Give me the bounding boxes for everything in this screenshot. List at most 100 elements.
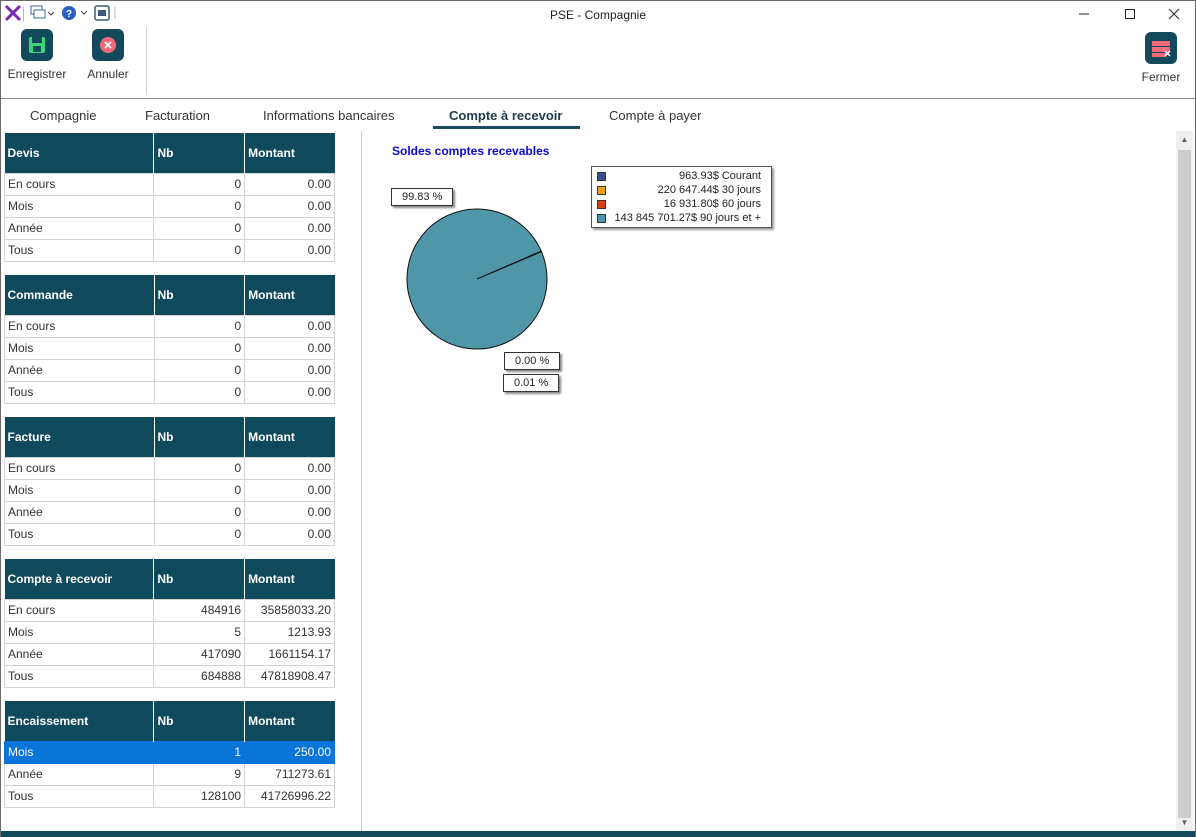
table-row[interactable]: Année 417090 1661154.17 <box>3 642 335 666</box>
table-row[interactable]: Année 0 0.00 <box>4 358 335 382</box>
row-nb: 484916 <box>153 598 246 622</box>
table-row[interactable]: Année 0 0.00 <box>4 500 335 524</box>
exit-icon <box>1145 32 1177 64</box>
column-header-montant: Montant <box>244 417 335 457</box>
chart-legend: 963.93$ Courant 220 647.44$ 30 jours 16 … <box>591 166 772 228</box>
table-row[interactable]: Tous 0 0.00 <box>4 522 335 546</box>
legend-swatch <box>597 185 606 195</box>
row-montant: 250.00 <box>244 740 335 764</box>
table-row[interactable]: Mois 0 0.00 <box>4 478 335 502</box>
row-nb: 0 <box>153 500 246 524</box>
row-montant: 0.00 <box>244 172 335 196</box>
column-header-nb: Nb <box>153 701 246 741</box>
save-button[interactable]: Enregistrer <box>5 29 69 81</box>
row-label: En cours <box>3 598 155 622</box>
table-row[interactable]: Année 0 0.00 <box>3 216 335 240</box>
row-nb: 0 <box>153 194 246 218</box>
tab-compagnie[interactable]: Compagnie <box>30 108 97 123</box>
cancel-icon <box>92 29 124 61</box>
table-row[interactable]: En cours 0 0.00 <box>4 314 335 338</box>
summary-table: Encaissement Nb Montant Mois 1 250.00 Année 9 71… <box>3 701 335 808</box>
row-label: Année <box>3 642 155 666</box>
tab-informations-bancaires[interactable]: Informations bancaires <box>263 108 395 123</box>
row-montant: 0.00 <box>244 216 335 240</box>
minimize-button[interactable] <box>1061 3 1107 25</box>
chart-area: Soldes comptes recevables 963.93$ Couran… <box>363 131 1175 831</box>
maximize-button[interactable] <box>1107 3 1153 25</box>
tab-facturation[interactable]: Facturation <box>145 108 210 123</box>
scroll-down-icon[interactable]: ▼ <box>1176 814 1193 831</box>
row-label: Année <box>4 358 155 382</box>
row-label: Tous <box>4 380 155 404</box>
window-title: PSE - Compagnie <box>549 8 647 22</box>
table-header: Facture <box>4 417 155 457</box>
table-row[interactable]: Mois 0 0.00 <box>3 194 335 218</box>
table-header: Commande <box>4 275 155 315</box>
summary-table: Commande Nb Montant En cours 0 0.00 Mois 0 0.00 A… <box>4 275 335 404</box>
row-label: Tous <box>3 664 155 688</box>
table-row[interactable]: En cours 0 0.00 <box>3 172 335 196</box>
row-nb: 0 <box>153 456 246 480</box>
row-montant: 0.00 <box>244 500 335 524</box>
title-bar: ? PSE - Compagnie <box>1 1 1195 27</box>
table-row[interactable]: En cours 0 0.00 <box>4 456 335 480</box>
column-header-nb: Nb <box>153 133 246 173</box>
row-nb: 0 <box>153 172 246 196</box>
legend-item-30-jours: 220 647.44$ 30 jours <box>597 183 767 197</box>
save-label: Enregistrer <box>7 67 67 81</box>
row-montant: 1661154.17 <box>244 642 335 666</box>
row-montant: 0.00 <box>244 194 335 218</box>
row-montant: 0.00 <box>244 478 335 502</box>
tab-compte-a-recevoir[interactable]: Compte à recevoir <box>449 108 562 123</box>
row-nb: 9 <box>153 762 246 786</box>
row-montant: 0.00 <box>244 380 335 404</box>
cancel-label: Annuler <box>87 67 129 81</box>
column-header-nb: Nb <box>154 417 246 457</box>
summary-table: Compte à recevoir Nb Montant En cours 484916… <box>3 559 335 688</box>
tab-compte-a-payer[interactable]: Compte à payer <box>609 108 702 123</box>
status-strip <box>1 831 1195 837</box>
table-row[interactable]: Tous 0 0.00 <box>4 380 335 404</box>
row-label: Mois <box>4 478 155 502</box>
table-row[interactable]: Année 9 711273.61 <box>3 762 335 786</box>
active-tab-indicator <box>433 126 580 129</box>
summary-table: Devis Nb Montant En cours 0 0.00 Mois 0 0.00 Anné… <box>3 133 335 262</box>
data-label-0-00: 0.00 % <box>504 352 561 370</box>
close-label: Fermer <box>1141 70 1181 84</box>
table-row[interactable]: Mois 0 0.00 <box>4 336 335 360</box>
cancel-button[interactable]: Annuler <box>84 29 132 81</box>
row-label: Tous <box>3 784 155 808</box>
row-montant: 41726996.22 <box>244 784 335 808</box>
legend-item-courant: 963.93$ Courant <box>597 169 767 183</box>
pie-slice-4 <box>406 208 548 350</box>
table-row[interactable]: En cours 484916 35858033.20 <box>3 598 335 622</box>
row-nb: 0 <box>153 478 246 502</box>
row-nb: 128100 <box>153 784 246 808</box>
table-row[interactable]: Tous 684888 47818908.47 <box>3 664 335 688</box>
ribbon-toolbar: Enregistrer Annuler Fermer <box>1 27 1195 99</box>
scroll-up-icon[interactable]: ▲ <box>1176 131 1193 148</box>
row-montant: 0.00 <box>244 456 335 480</box>
table-row[interactable]: Mois 5 1213.93 <box>3 620 335 644</box>
row-label: Mois <box>3 740 155 764</box>
row-montant: 0.00 <box>244 522 335 546</box>
row-label: Année <box>4 500 155 524</box>
close-window-button[interactable] <box>1151 3 1196 25</box>
row-label: Mois <box>3 620 155 644</box>
column-header-nb: Nb <box>154 275 246 315</box>
tab-bar: Compagnie Facturation Informations banca… <box>1 100 1195 131</box>
row-nb: 684888 <box>153 664 246 688</box>
column-header-montant: Montant <box>244 701 335 741</box>
scrollbar-thumb[interactable] <box>1178 150 1191 818</box>
column-header-montant: Montant <box>244 133 335 173</box>
table-row[interactable]: Tous 0 0.00 <box>3 238 335 262</box>
row-montant: 0.00 <box>244 314 335 338</box>
table-row[interactable]: Tous 128100 41726996.22 <box>3 784 335 808</box>
close-button[interactable]: Fermer <box>1138 32 1184 84</box>
legend-swatch <box>597 213 606 223</box>
row-label: En cours <box>3 172 155 196</box>
vertical-scrollbar[interactable]: ▲ ▼ <box>1176 131 1193 831</box>
table-row[interactable]: Mois 1 250.00 <box>3 740 335 764</box>
legend-item-60-jours: 16 931.80$ 60 jours <box>597 197 767 211</box>
row-nb: 1 <box>153 740 246 764</box>
